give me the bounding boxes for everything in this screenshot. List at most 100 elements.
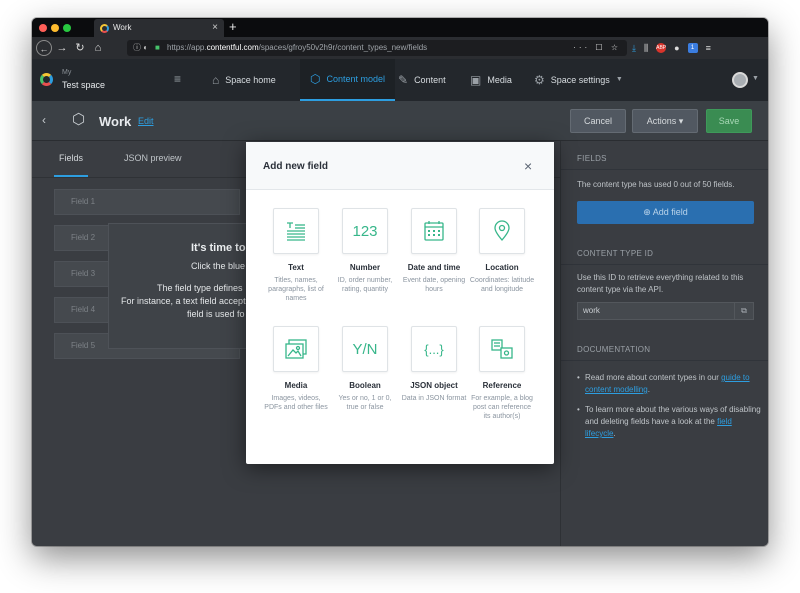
content-type-id-help: Use this ID to retrieve everything relat… xyxy=(577,273,744,294)
json-icon: {...} xyxy=(424,341,444,357)
intro-line: Click the blue xyxy=(191,261,246,271)
field-type-reference-tile[interactable] xyxy=(479,326,525,372)
field-type-name: Reference xyxy=(482,381,522,390)
browser-window: Work × + ← → ↻ ⌂ ⓘ ◐ ■ https://app.conte… xyxy=(32,18,768,546)
avatar[interactable] xyxy=(732,72,748,88)
info-extension-icon[interactable]: ● xyxy=(674,43,679,53)
field-type-desc: Images, videos, PDFs and other files xyxy=(264,395,328,411)
content-icon: ✎ xyxy=(398,73,409,87)
minimize-window-button[interactable] xyxy=(51,24,59,32)
edit-link[interactable]: Edit xyxy=(138,116,154,126)
maximize-window-button[interactable] xyxy=(63,24,71,32)
tab-fields[interactable]: Fields xyxy=(59,153,83,163)
intro-card: It's time to Click the blue The field ty… xyxy=(108,223,252,349)
library-icon[interactable]: ⫼ xyxy=(644,43,648,54)
intro-line: The field type defines xyxy=(157,283,243,293)
placeholder-field-row: Field 1 xyxy=(54,189,240,215)
space-label: My xyxy=(62,69,72,76)
content-type-icon: ⬡ xyxy=(72,111,86,128)
save-button[interactable]: Save xyxy=(706,109,752,133)
nav-space-home-label: Space home xyxy=(225,75,276,85)
nav-media-label: Media xyxy=(487,75,512,85)
nav-content-model[interactable]: ⬡ Content model xyxy=(300,59,396,101)
content-type-id-heading: CONTENT TYPE ID xyxy=(577,249,654,258)
app-top-nav: My Test space ≡ ⌂ Space home ⬡ Content m… xyxy=(32,59,768,101)
close-window-button[interactable] xyxy=(39,24,47,32)
reload-icon[interactable]: ↻ xyxy=(74,40,86,56)
add-new-field-modal: Add new field × Text Titles, names, para… xyxy=(246,142,554,464)
field-type-text[interactable]: Text Titles, names, paragraphs, list of … xyxy=(263,208,329,303)
field-type-reference[interactable]: Reference For example, a blog post can r… xyxy=(469,326,535,421)
browser-tab-bar: Work × + xyxy=(32,18,768,37)
field-type-location-tile[interactable] xyxy=(479,208,525,254)
url-bar[interactable]: ⓘ ◐ ■ https://app.contentful.com/spaces/… xyxy=(127,40,627,56)
field-type-name: Date and time xyxy=(407,263,461,272)
field-type-name: Number xyxy=(349,263,381,272)
field-type-media-tile[interactable] xyxy=(273,326,319,372)
reference-icon xyxy=(491,339,513,359)
field-type-boolean[interactable]: Y/N Boolean Yes or no, 1 or 0, true or f… xyxy=(332,326,398,412)
close-icon[interactable]: × xyxy=(524,158,532,174)
field-type-desc: Coordinates: latitude and longitude xyxy=(469,277,535,293)
field-type-text-tile[interactable] xyxy=(273,208,319,254)
nav-space-settings-label: Space settings xyxy=(550,75,610,85)
home-icon: ⌂ xyxy=(212,73,220,87)
cancel-button[interactable]: Cancel xyxy=(570,109,626,133)
nav-space-home[interactable]: ⌂ Space home xyxy=(212,59,276,101)
extension-badge-icon[interactable]: 1 xyxy=(687,43,698,53)
site-info-icon[interactable]: ⓘ ◐ xyxy=(133,40,148,56)
content-model-icon: ⬡ xyxy=(310,72,321,86)
new-tab-button[interactable]: + xyxy=(229,18,237,36)
tab-json-preview[interactable]: JSON preview xyxy=(124,153,182,163)
contentful-logo-icon[interactable] xyxy=(40,73,53,86)
divider xyxy=(561,264,768,265)
field-type-media[interactable]: Media Images, videos, PDFs and other fil… xyxy=(263,326,329,412)
field-type-date-time-tile[interactable] xyxy=(411,208,457,254)
lock-icon: ■ xyxy=(155,43,160,52)
back-arrow-icon[interactable]: ← xyxy=(36,40,52,56)
media-icon: ▣ xyxy=(470,73,482,87)
add-field-button[interactable]: ⊕ Add field xyxy=(577,201,754,224)
field-type-desc: ID, order number, rating, quantity xyxy=(337,277,393,293)
field-type-name: JSON object xyxy=(410,381,458,390)
chevron-down-icon[interactable]: ▼ xyxy=(752,75,759,82)
field-type-desc: Yes or no, 1 or 0, true or false xyxy=(338,395,392,411)
adblock-icon[interactable]: ABP xyxy=(656,43,666,53)
nav-content[interactable]: ✎ Content xyxy=(398,59,446,101)
space-switcher[interactable]: Test space xyxy=(62,80,105,90)
close-tab-icon[interactable]: × xyxy=(212,19,218,37)
actions-button[interactable]: Actions ▾ xyxy=(632,109,698,133)
field-type-number[interactable]: 123 Number ID, order number, rating, qua… xyxy=(332,208,398,294)
copy-icon[interactable]: ⧉ xyxy=(734,302,754,320)
field-type-number-tile[interactable]: 123 xyxy=(342,208,388,254)
home-icon[interactable]: ⌂ xyxy=(92,40,104,56)
browser-tab-work[interactable]: Work × xyxy=(94,19,224,37)
add-field-label: Add field xyxy=(652,207,688,217)
toolbar-icons: ⤓ ⫼ ABP ● 1 ≡ xyxy=(632,40,711,56)
field-type-json-object[interactable]: {...} JSON object Data in JSON format xyxy=(401,326,467,403)
nav-media[interactable]: ▣ Media xyxy=(470,59,512,101)
modal-title: Add new field xyxy=(263,161,328,172)
field-type-location[interactable]: Location Coordinates: latitude and longi… xyxy=(469,208,535,294)
text-icon xyxy=(287,222,305,241)
content-type-id-field[interactable]: work xyxy=(577,302,735,320)
field-type-boolean-tile[interactable]: Y/N xyxy=(342,326,388,372)
documentation-heading: DOCUMENTATION xyxy=(577,345,651,354)
boolean-icon: Y/N xyxy=(352,340,378,358)
hamburger-icon[interactable]: ≡ xyxy=(174,72,181,86)
page-actions-icon[interactable]: ··· ☐ ☆ xyxy=(573,40,621,56)
calendar-icon xyxy=(424,221,444,241)
plus-icon: ⊕ xyxy=(643,207,651,217)
download-icon[interactable]: ⤓ xyxy=(632,43,636,54)
field-type-date-time[interactable]: Date and time Event date, opening hours xyxy=(401,208,467,294)
doc-item: Read more about content types in our gui… xyxy=(577,372,761,396)
doc-item: To learn more about the various ways of … xyxy=(577,404,761,440)
back-arrow-icon[interactable]: ‹ xyxy=(42,113,46,127)
field-type-json-tile[interactable]: {...} xyxy=(411,326,457,372)
menu-icon[interactable]: ≡ xyxy=(706,43,711,53)
browser-tab-title: Work xyxy=(113,23,132,32)
field-type-name: Media xyxy=(284,381,308,390)
nav-space-settings[interactable]: ⚙ Space settings ▼ xyxy=(534,59,623,101)
nav-content-label: Content xyxy=(414,75,446,85)
forward-arrow-icon[interactable]: → xyxy=(56,40,68,56)
